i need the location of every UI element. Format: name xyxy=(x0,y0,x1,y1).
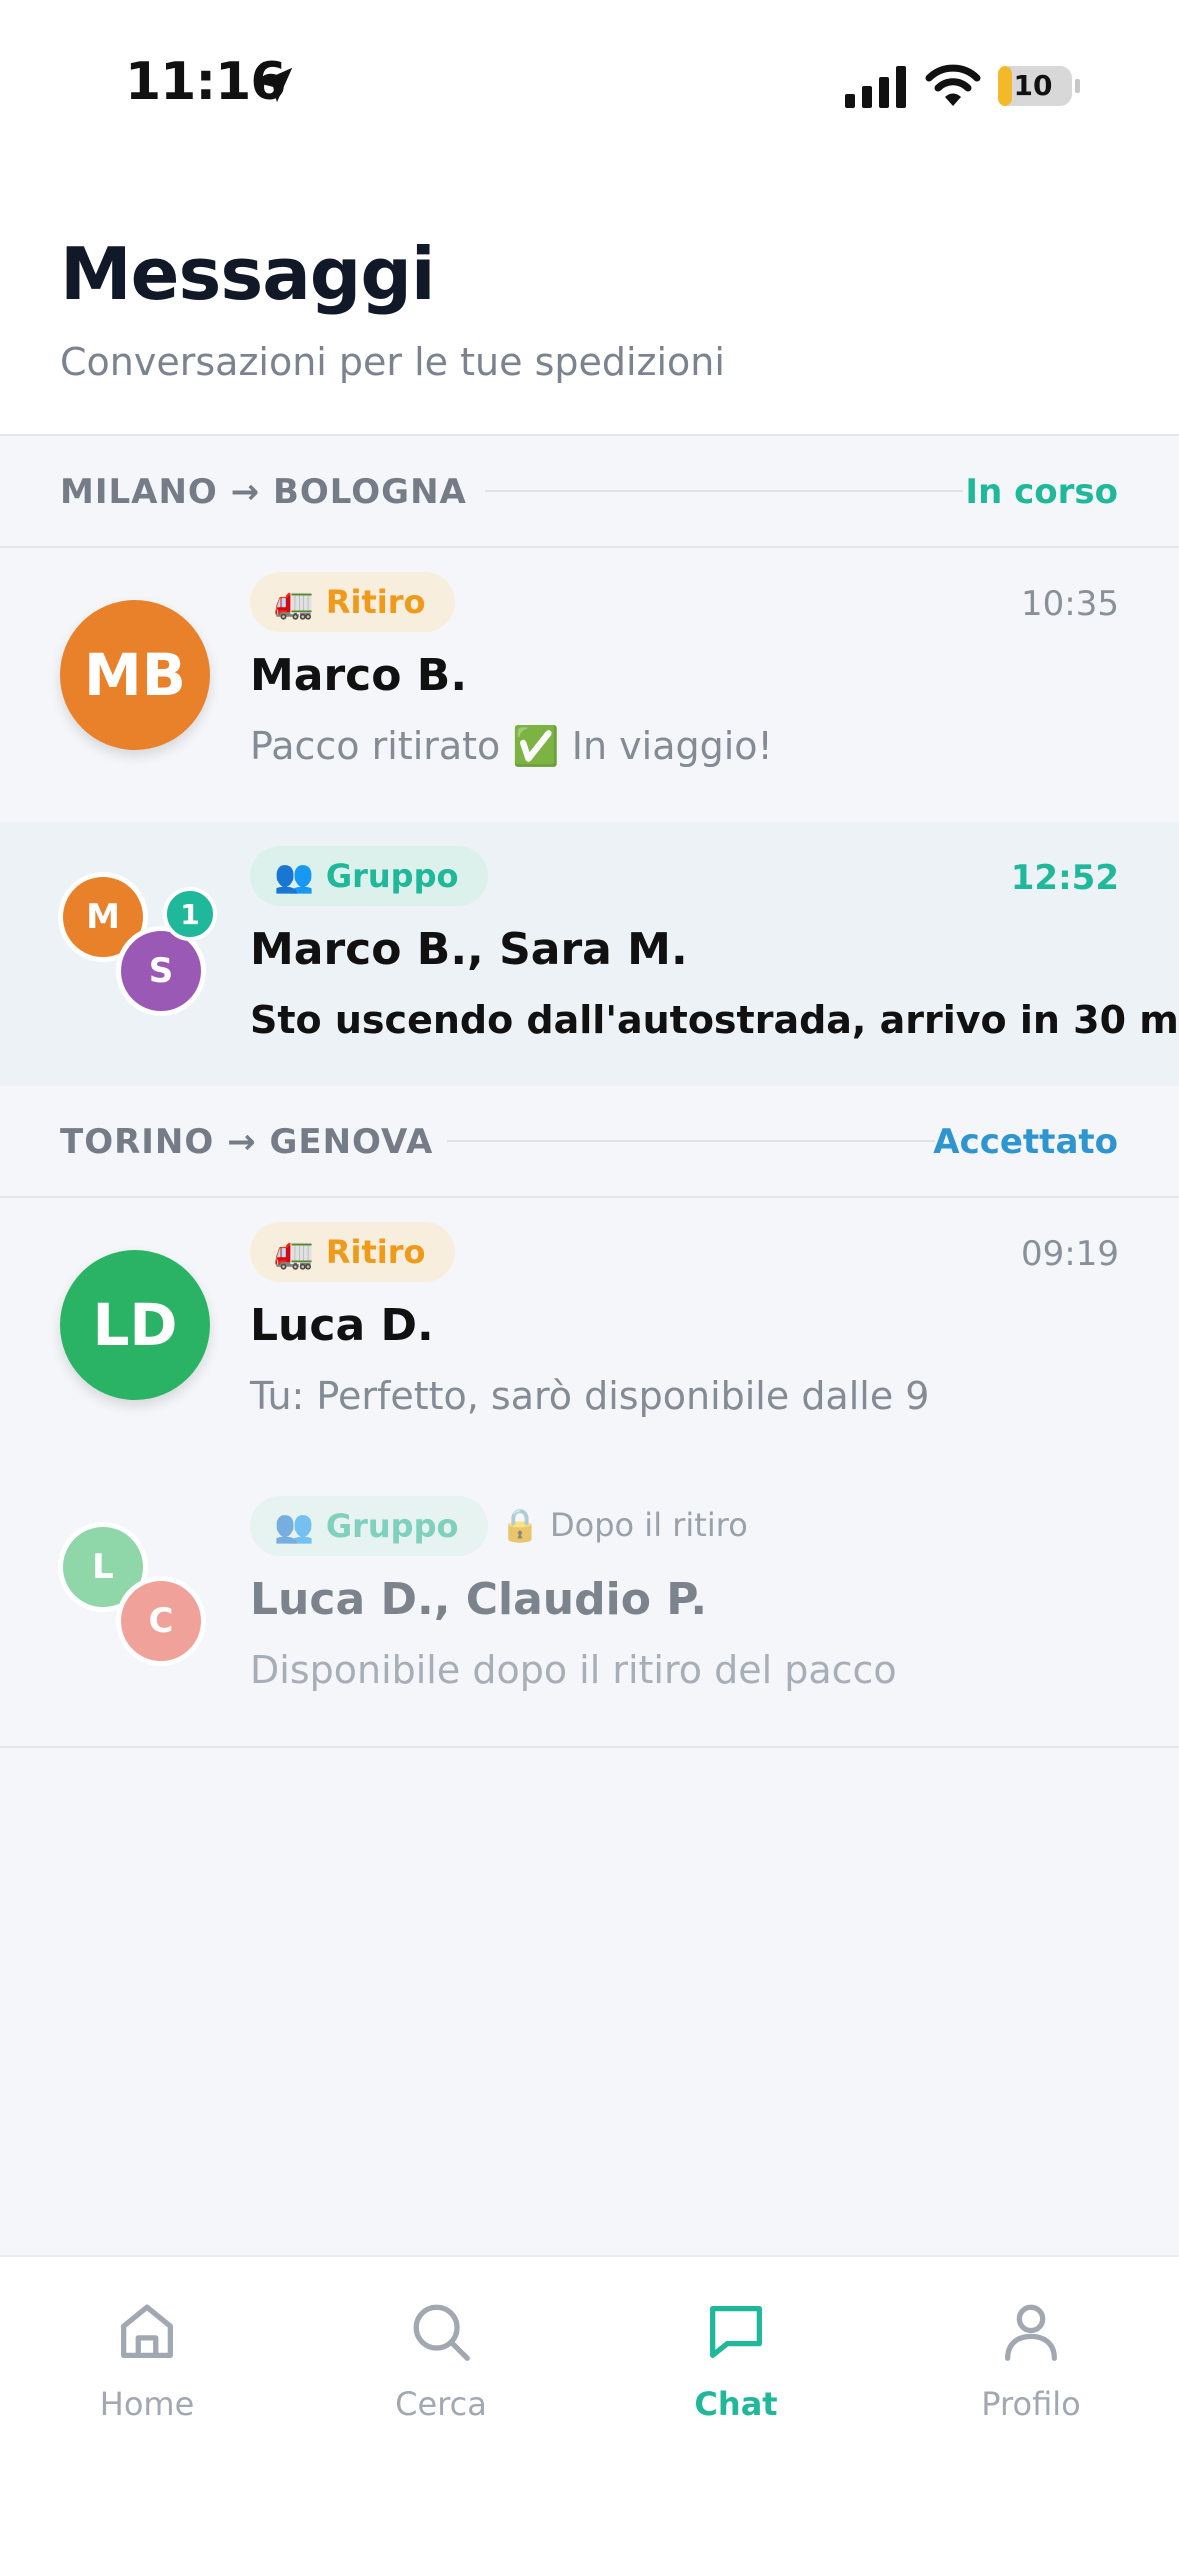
conversation-name: Marco B., Sara M. xyxy=(250,924,688,975)
tag-gruppo: 👥 Gruppo xyxy=(250,846,489,906)
location-arrow-icon xyxy=(257,67,293,103)
tag-label: Gruppo xyxy=(325,857,459,895)
group-icon: 👥 xyxy=(274,857,314,895)
group-icon: 👥 xyxy=(274,1507,314,1545)
conversation-time: 12:52 xyxy=(1010,858,1119,898)
divider xyxy=(485,490,963,492)
lock-note-label: Dopo il ritiro xyxy=(550,1506,748,1544)
conversation-preview: Sto uscendo dall'autostrada, arrivo in 3… xyxy=(250,998,1179,1042)
route-status: Accettato xyxy=(933,1122,1118,1162)
tab-home[interactable]: Home xyxy=(37,2297,257,2423)
page-title: Messaggi xyxy=(60,232,436,316)
tab-label: Chat xyxy=(694,2385,778,2423)
tag-ritiro: 🚛 Ritiro xyxy=(250,572,456,632)
conversation-name: Marco B. xyxy=(250,650,468,701)
route-status: In corso xyxy=(965,472,1118,512)
profile-icon xyxy=(1005,2304,1057,2361)
tab-profile[interactable]: Profilo xyxy=(921,2297,1141,2423)
section-header-route: MILANO → BOLOGNA In corso xyxy=(0,436,1179,546)
avatar: MB xyxy=(60,600,210,750)
chat-icon xyxy=(710,2306,762,2358)
tag-label: Ritiro xyxy=(325,583,426,621)
status-bar: 11:16 10 xyxy=(0,0,1179,150)
conversation-row[interactable]: MB 🚛 Ritiro 10:35 Marco B. Pacco ritirat… xyxy=(0,546,1179,824)
avatar: C xyxy=(116,1576,206,1666)
divider xyxy=(447,1140,935,1142)
tab-label: Cerca xyxy=(395,2385,487,2423)
tag-label: Gruppo xyxy=(325,1507,459,1545)
route-label: TORINO → GENOVA xyxy=(60,1122,434,1162)
page-subtitle: Conversazioni per le tue spedizioni xyxy=(60,340,725,384)
home-indicator xyxy=(455,2526,725,2536)
conversation-row[interactable]: M S 1 👥 Gruppo 12:52 Marco B., Sara M. S… xyxy=(0,822,1179,1098)
tab-bar: Home Cerca Chat Profilo xyxy=(0,2255,1179,2558)
battery-level: 10 xyxy=(1013,69,1053,102)
cellular-signal-icon xyxy=(845,66,906,108)
conversation-preview: Tu: Perfetto, sarò disponibile dalle 9 xyxy=(250,1374,930,1418)
tag-ritiro: 🚛 Ritiro xyxy=(250,1222,456,1282)
section-header-route: TORINO → GENOVA Accettato xyxy=(0,1086,1179,1196)
tab-search[interactable]: Cerca xyxy=(331,2297,551,2423)
conversation-time: 10:35 xyxy=(1021,584,1119,624)
tab-chat[interactable]: Chat xyxy=(626,2297,846,2423)
conversation-preview: Disponibile dopo il ritiro del pacco xyxy=(250,1648,897,1692)
tab-label: Home xyxy=(99,2385,195,2423)
avatar: LD xyxy=(60,1250,210,1400)
lock-note: 🔒 Dopo il ritiro xyxy=(500,1506,748,1544)
tag-label: Ritiro xyxy=(325,1233,426,1271)
search-icon xyxy=(413,2304,470,2361)
page-header: Messaggi Conversazioni per le tue spediz… xyxy=(0,150,1179,436)
truck-icon: 🚛 xyxy=(274,583,314,621)
conversation-row-locked[interactable]: L C 👥 Gruppo 🔒 Dopo il ritiro Luca D., C… xyxy=(0,1472,1179,1748)
conversation-name: Luca D., Claudio P. xyxy=(250,1574,708,1625)
unread-badge: 1 xyxy=(163,887,217,941)
route-label: MILANO → BOLOGNA xyxy=(60,472,467,512)
conversation-time: 09:19 xyxy=(1021,1234,1119,1274)
lock-icon: 🔒 xyxy=(500,1506,540,1544)
tab-label: Profilo xyxy=(981,2385,1081,2423)
conversation-preview: Pacco ritirato ✅ In viaggio! xyxy=(250,724,773,768)
truck-icon: 🚛 xyxy=(274,1233,314,1271)
conversation-name: Luca D. xyxy=(250,1300,434,1351)
conversation-row[interactable]: LD 🚛 Ritiro 09:19 Luca D. Tu: Perfetto, … xyxy=(0,1196,1179,1474)
home-icon xyxy=(121,2304,173,2358)
tag-gruppo: 👥 Gruppo xyxy=(250,1496,489,1556)
wifi-icon xyxy=(925,64,981,106)
